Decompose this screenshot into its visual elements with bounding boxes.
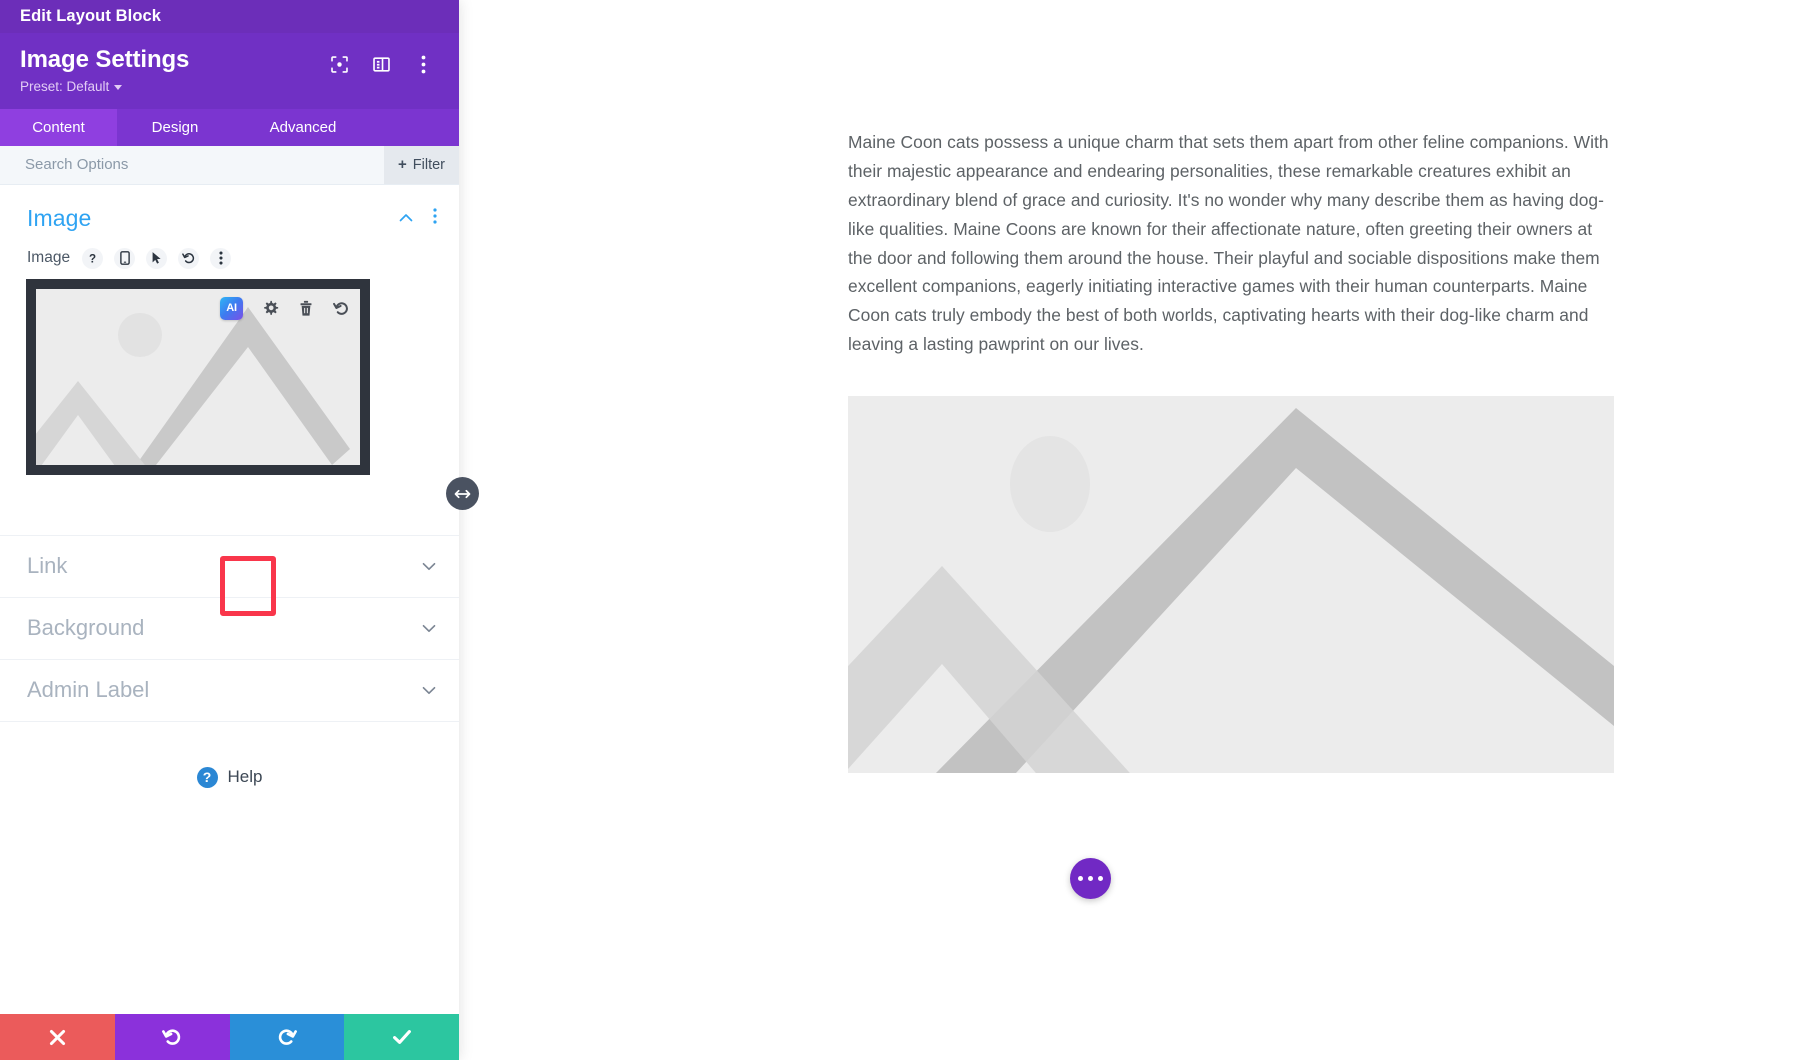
help-question-icon: ? [196,766,218,788]
image-settings-panel: Edit Layout Block Image Settings Preset:… [0,0,479,1060]
tab-content[interactable]: Content [0,108,117,146]
layout-panel-icon[interactable] [371,54,391,74]
chevron-down-icon [114,84,123,90]
undo-arrow-icon [161,1029,180,1045]
chevron-down-icon [421,558,437,574]
cancel-button[interactable] [0,1014,115,1060]
panel-resize-handle[interactable] [446,477,479,510]
svg-text:?: ? [89,252,96,265]
accordion-admin-label[interactable]: Admin Label [0,658,459,721]
redo-arrow-icon [279,1029,298,1045]
filter-button[interactable]: + Filter [384,145,459,184]
undo-button[interactable] [114,1014,230,1060]
tab-design[interactable]: Design [117,109,233,146]
help-link[interactable]: ? Help [0,722,459,788]
panel-scroll-body: Image Image ? AI Link Background Admin L… [0,184,459,1014]
three-dots-icon [1077,875,1084,882]
more-vertical-icon[interactable] [413,54,433,74]
preset-selector[interactable]: Preset: Default [20,78,123,94]
panel-header: Image Settings Preset: Default [0,33,459,109]
image-section: Image Image ? AI [0,185,459,616]
plus-icon: + [398,156,407,174]
image-section-header[interactable]: Image [0,185,459,242]
checkmark-icon [392,1030,411,1044]
settings-gear-icon[interactable] [262,300,279,317]
window-title: Edit Layout Block [20,7,162,25]
chevron-up-icon[interactable] [398,210,414,226]
search-input[interactable] [0,145,384,184]
reset-undo-icon[interactable] [178,247,200,269]
help-question-icon[interactable]: ? [82,247,104,269]
settings-tabs: Content Design Advanced [0,108,459,146]
chevron-down-icon [421,620,437,636]
accordion-link-label: Link [27,553,68,579]
chevron-down-icon [421,682,437,698]
image-preview-frame[interactable]: AI [26,278,370,475]
accordion-background-label: Background [27,615,145,641]
search-bar: + Filter [0,145,459,185]
hover-cursor-icon[interactable] [146,247,168,269]
close-x-icon [49,1029,65,1045]
focus-icon[interactable] [329,54,349,74]
ai-generate-button[interactable]: AI [220,296,243,320]
window-titlebar: Edit Layout Block [0,0,459,33]
help-label: Help [227,767,263,787]
accordion-background[interactable]: Background [0,596,459,659]
page-canvas: Maine Coon cats possess a unique charm t… [459,0,1800,1060]
image-preview-toolbar: AI [220,296,350,320]
mobile-responsive-icon[interactable] [114,247,136,269]
tab-advanced[interactable]: Advanced [233,109,373,146]
image-placeholder[interactable] [848,396,1614,774]
page-title: Image Settings [20,46,190,73]
accordion-link[interactable]: Link [0,534,459,597]
more-options-icon[interactable] [210,247,232,269]
reset-undo-icon[interactable] [333,300,350,317]
redo-button[interactable] [229,1014,345,1060]
save-button[interactable] [344,1014,459,1060]
three-dots-icon [1087,875,1094,882]
canvas-content-column: Maine Coon cats possess a unique charm t… [848,0,1614,774]
image-field-row: Image ? [0,242,459,279]
divi-builder-screen: Edit Layout Block Image Settings Preset:… [0,0,1800,1060]
accordion-admin-label-label: Admin Label [27,677,150,703]
body-paragraph: Maine Coon cats possess a unique charm t… [848,132,1609,355]
image-preview-wrap: AI [0,278,459,616]
delete-trash-icon[interactable] [298,300,314,317]
filter-label: Filter [412,156,445,173]
page-settings-fab[interactable] [1070,858,1111,899]
preset-label: Preset: Default [20,78,110,94]
three-dots-icon [1097,875,1104,882]
image-section-title: Image [27,204,92,231]
action-bar [0,1014,459,1060]
section-more-options-icon[interactable] [433,208,437,229]
image-field-label: Image [27,249,71,267]
